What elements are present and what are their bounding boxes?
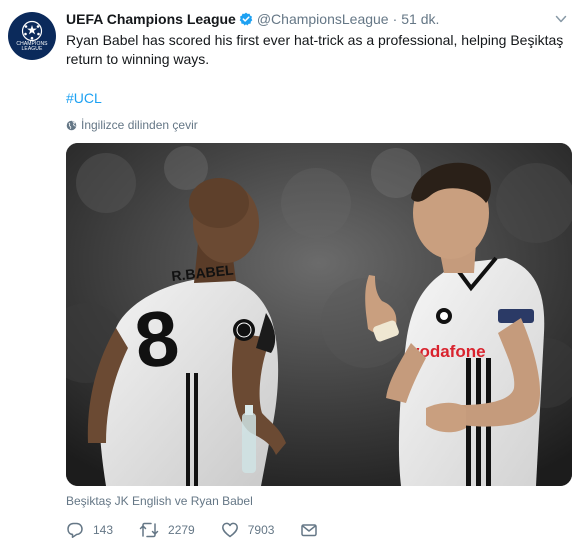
tweet-card[interactable]: CHAMPIONS LEAGUE UEFA Champions League @… xyxy=(0,0,577,550)
tweet-photo[interactable]: R.BABEL 8 vodafone xyxy=(66,143,572,486)
user-handle[interactable]: @ChampionsLeague xyxy=(257,11,389,27)
reply-count: 143 xyxy=(93,523,114,537)
retweet-icon xyxy=(139,522,159,538)
media-tags[interactable]: Beşiktaş JK English ve Ryan Babel xyxy=(66,494,253,508)
separator-dot: · xyxy=(392,11,398,27)
retweet-button[interactable]: 2279 xyxy=(139,521,195,539)
like-button[interactable]: 7903 xyxy=(221,521,275,539)
player-left-number: 8 xyxy=(131,293,183,385)
chevron-down-icon[interactable] xyxy=(554,12,568,26)
tweet-header: UEFA Champions League @ChampionsLeague ·… xyxy=(66,10,439,28)
heart-icon xyxy=(221,522,238,538)
photo-players-illustration: R.BABEL 8 vodafone xyxy=(66,143,572,486)
reply-icon xyxy=(67,522,83,538)
tweet-actions: 143 2279 7903 xyxy=(66,520,353,540)
verified-badge-icon xyxy=(239,12,253,26)
hashtag-link[interactable]: #UCL xyxy=(66,90,102,106)
like-count: 7903 xyxy=(247,523,275,537)
tweet-text: Ryan Babel has scored his first ever hat… xyxy=(66,32,564,67)
retweet-count: 2279 xyxy=(168,523,195,537)
translate-link[interactable]: İngilizce dilinden çevir xyxy=(66,117,198,133)
reply-button[interactable]: 143 xyxy=(66,521,113,539)
tweet-timestamp[interactable]: 51 dk. xyxy=(401,11,439,27)
envelope-icon xyxy=(301,524,318,537)
avatar-logo-text-2: LEAGUE xyxy=(21,46,43,52)
display-name[interactable]: UEFA Champions League xyxy=(66,11,236,27)
translate-label: İngilizce dilinden çevir xyxy=(81,118,198,132)
avatar[interactable]: CHAMPIONS LEAGUE xyxy=(8,12,56,60)
champions-league-starball-icon xyxy=(21,20,43,42)
direct-message-button[interactable] xyxy=(300,521,327,539)
globe-icon xyxy=(66,120,77,130)
